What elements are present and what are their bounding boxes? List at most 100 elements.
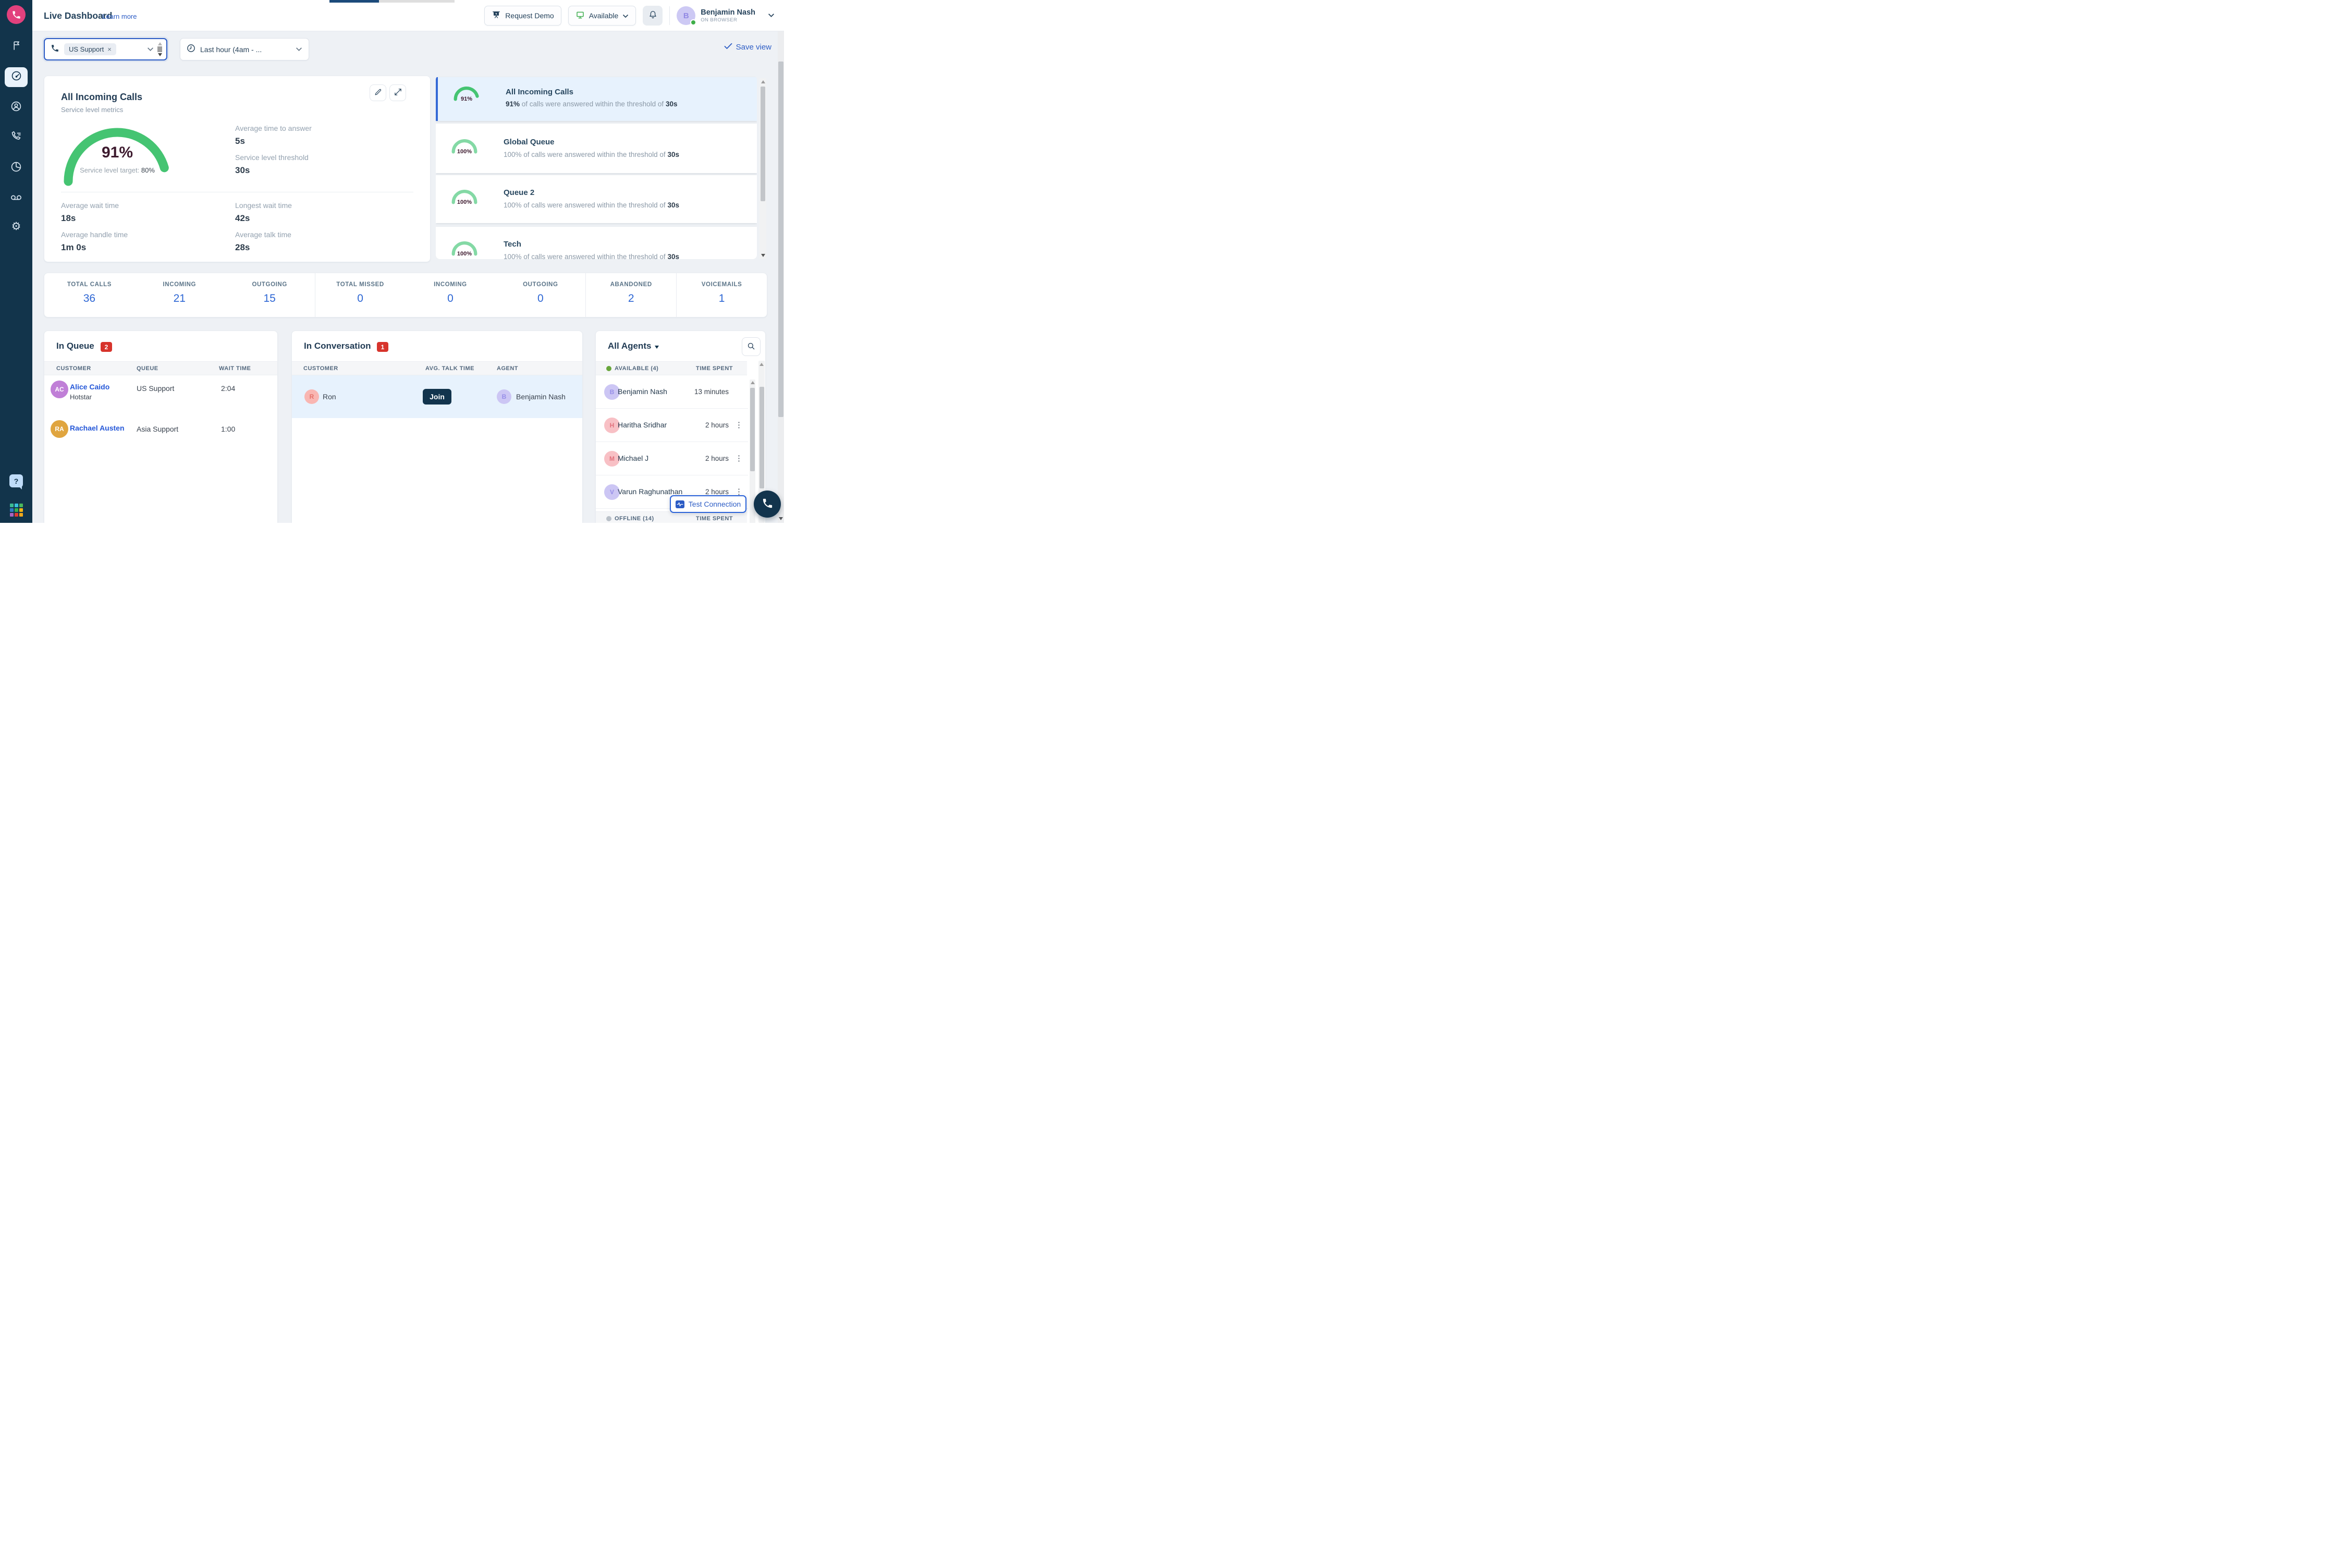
agent-name: Benjamin Nash	[516, 393, 566, 401]
queue-item-name: Tech	[504, 240, 521, 249]
test-connection-label: Test Connection	[689, 500, 741, 508]
test-connection-button[interactable]: Test Connection	[670, 495, 746, 513]
customer-name-link[interactable]: Alice Caido	[70, 383, 109, 391]
call-stats-card: TOTAL CALLS36 INCOMING21 OUTGOING15 TOTA…	[44, 273, 767, 317]
agent-row[interactable]: H Haritha Sridhar 2 hours ⋮	[596, 409, 748, 442]
agent-name: Haritha Sridhar	[618, 421, 667, 429]
sidebar-item-getting-started[interactable]	[0, 40, 32, 52]
metric-label: Service level threshold	[235, 153, 309, 162]
queue-chip-label: US Support	[69, 45, 104, 53]
panel-title: In Conversation	[304, 341, 371, 351]
queue-cell: Asia Support	[137, 425, 178, 433]
agent-time-spent: 2 hours	[705, 421, 729, 429]
chevron-down-icon	[622, 11, 629, 20]
monitor-icon	[575, 10, 585, 21]
chip-remove-icon[interactable]: ×	[107, 45, 112, 53]
request-demo-button[interactable]: Request Demo	[484, 6, 561, 26]
learn-more-link[interactable]: Learn more	[102, 13, 137, 20]
select-scrollbar[interactable]	[156, 40, 163, 59]
bell-icon	[648, 10, 658, 21]
help-button[interactable]: ?	[9, 474, 23, 487]
agents-filter-dropdown[interactable]: All Agents	[608, 341, 659, 351]
topbar-divider	[669, 6, 670, 25]
app-switcher-icon[interactable]	[10, 504, 23, 517]
stat-voicemails: VOICEMAILS1	[676, 273, 767, 317]
stat-total-missed: TOTAL MISSED0	[315, 273, 406, 317]
user-avatar: B	[677, 6, 695, 25]
search-agents-button[interactable]	[742, 337, 761, 356]
queue-panel-scrollbar[interactable]	[760, 78, 766, 259]
stat-outgoing: OUTGOING15	[225, 273, 315, 317]
kebab-menu-icon[interactable]: ⋮	[735, 420, 743, 430]
mini-gauge-percent: 100%	[450, 199, 479, 205]
join-call-button[interactable]: Join	[423, 389, 451, 405]
loading-bar-track	[379, 0, 455, 3]
sidebar-item-settings[interactable]: ⚙	[0, 221, 32, 232]
queue-item-description: 91% of calls were answered within the th…	[506, 100, 677, 108]
connection-test-icon	[676, 500, 684, 508]
agent-row[interactable]: B Benjamin Nash 13 minutes	[596, 375, 748, 409]
metric-value: 30s	[235, 165, 250, 176]
available-agents-header: AVAILABLE (4) TIME SPENT	[596, 361, 747, 375]
queue-list-item[interactable]: 100% Queue 2 100% of calls were answered…	[436, 175, 757, 223]
agent-name: Varun Raghunathan	[618, 487, 682, 496]
call-queue-icon	[51, 44, 59, 55]
online-status-dot	[690, 19, 696, 26]
presentation-icon	[492, 10, 501, 21]
queue-item-name: Queue 2	[504, 188, 534, 197]
user-connection-status: ON BROWSER	[701, 17, 755, 23]
edit-widget-button[interactable]	[370, 84, 386, 101]
loading-bar-progress	[329, 0, 379, 3]
sidebar-item-contacts[interactable]	[0, 100, 32, 113]
queue-list-item[interactable]: 100% Tech 100% of calls were answered wi…	[436, 227, 757, 259]
topbar: Live Dashboard Learn more Request Demo A…	[32, 0, 784, 31]
gauge-percent-value: 91%	[60, 144, 175, 162]
notifications-button[interactable]	[643, 6, 663, 26]
queue-list-item[interactable]: 100% Global Queue 100% of calls were ans…	[436, 124, 757, 173]
user-avatar-initial: B	[683, 11, 689, 20]
customer-company: Hotstar	[70, 393, 92, 401]
queue-item-name: All Incoming Calls	[506, 88, 573, 96]
metric-value: 1m 0s	[61, 242, 86, 253]
in-conversation-card: In Conversation 1 CUSTOMER AVG. TALK TIM…	[291, 330, 583, 523]
phone-dialer-fab[interactable]	[754, 491, 781, 518]
metric-value: 18s	[61, 213, 76, 224]
search-icon	[746, 341, 756, 352]
agent-time-spent: 2 hours	[705, 455, 729, 462]
sidebar-item-voicemail[interactable]	[0, 192, 32, 203]
queue-cell: US Support	[137, 384, 174, 393]
save-view-button[interactable]: Save view	[724, 43, 771, 52]
app-logo-icon[interactable]	[7, 5, 26, 24]
table-header: CUSTOMER AVG. TALK TIME AGENT	[292, 361, 582, 375]
time-range-label: Last hour (4am - ...	[200, 45, 262, 54]
offline-status-dot	[606, 516, 611, 521]
phone-icon	[762, 497, 774, 511]
queue-list-item-selected[interactable]: 91% All Incoming Calls 91% of calls were…	[436, 77, 757, 121]
agent-row[interactable]: M Michael J 2 hours ⋮	[596, 442, 748, 475]
customer-name-link[interactable]: Rachael Austen	[70, 424, 125, 432]
table-header: CUSTOMER QUEUE WAIT TIME	[44, 361, 277, 375]
conversation-row[interactable]: R Ron Join B Benjamin Nash	[292, 375, 582, 418]
gear-icon: ⚙	[11, 221, 21, 232]
kebab-menu-icon[interactable]: ⋮	[735, 454, 743, 463]
page-scrollbar[interactable]	[778, 31, 784, 523]
metric-label: Average time to answer	[235, 124, 312, 132]
sidebar-item-dashboard[interactable]	[5, 67, 28, 87]
user-menu[interactable]: B Benjamin Nash ON BROWSER	[677, 6, 775, 25]
availability-dropdown[interactable]: Available	[568, 6, 636, 26]
help-label: ?	[14, 477, 19, 485]
sidebar-item-reports[interactable]	[0, 161, 32, 173]
metric-value: 42s	[235, 213, 250, 224]
time-range-select[interactable]: Last hour (4am - ...	[180, 38, 309, 60]
metric-value: 28s	[235, 242, 250, 253]
sidebar-item-call-metrics[interactable]	[0, 130, 32, 142]
queue-filter-select[interactable]: US Support ×	[44, 38, 167, 60]
agent-time-spent: 2 hours	[705, 488, 729, 496]
scroll-down-arrow[interactable]	[779, 517, 783, 520]
expand-widget-button[interactable]	[389, 84, 406, 101]
queue-service-level-list: 91% All Incoming Calls 91% of calls were…	[436, 76, 757, 259]
chevron-down-icon	[768, 11, 775, 20]
queue-filter-chip[interactable]: US Support ×	[64, 43, 116, 55]
caret-down-icon	[655, 346, 659, 349]
metric-label: Average wait time	[61, 201, 119, 210]
